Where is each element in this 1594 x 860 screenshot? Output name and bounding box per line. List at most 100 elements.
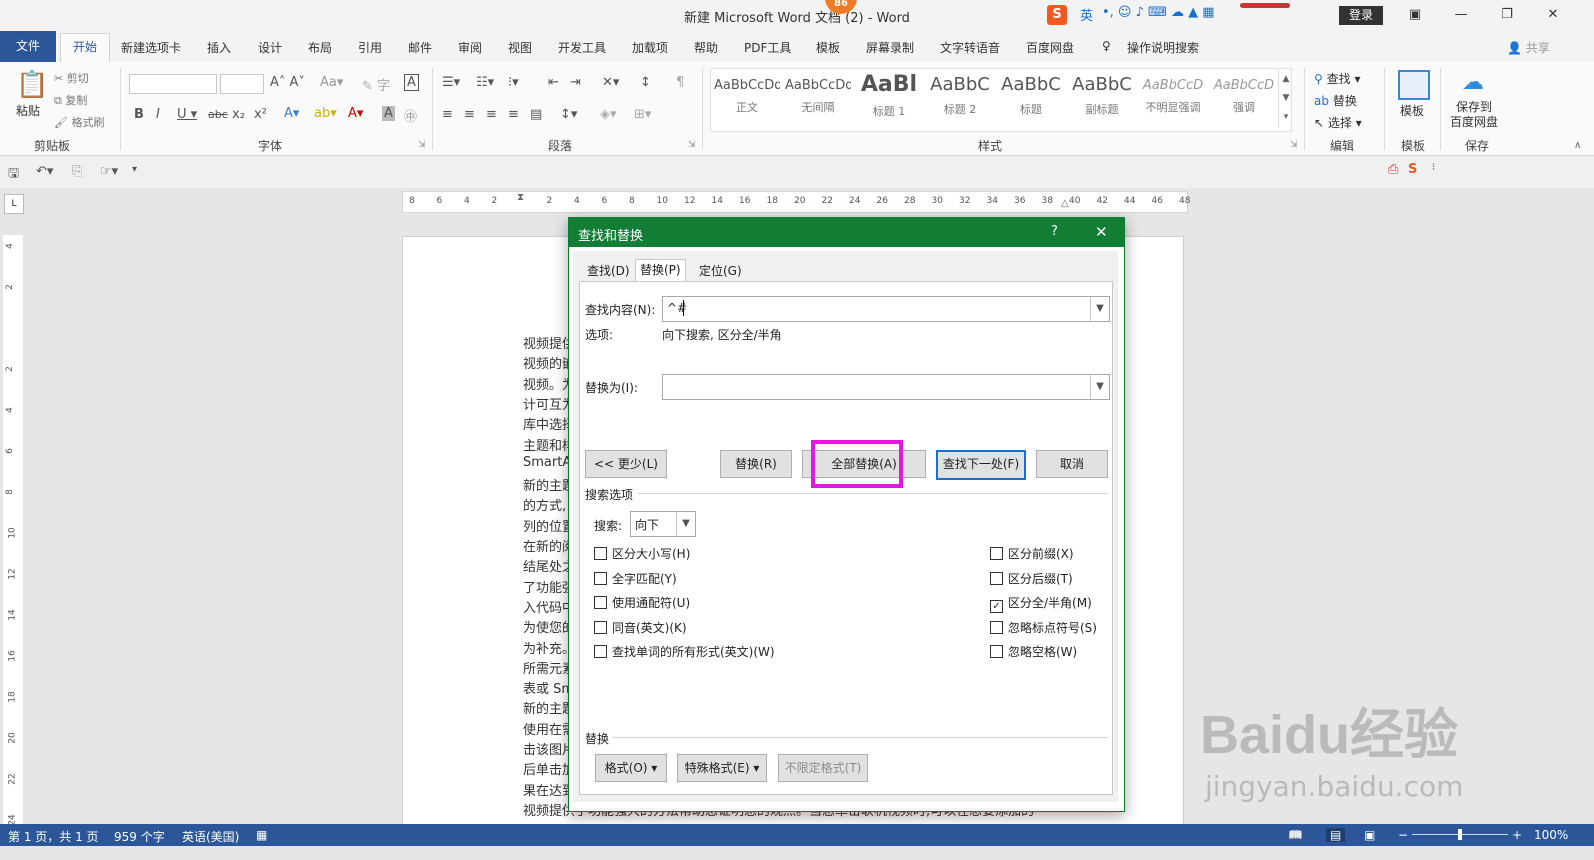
ribbon-display-icon[interactable]: ▣ (1397, 4, 1433, 26)
tab-baidu-netdisk[interactable]: 百度网盘 (1026, 39, 1074, 56)
paste-icon[interactable]: 📋 (16, 70, 48, 100)
save-icon[interactable]: 🖫 (8, 164, 19, 186)
language[interactable]: 英语(美国) (182, 828, 239, 845)
align-right-icon[interactable]: ≡ (486, 107, 497, 122)
indent-marker-icon[interactable]: ⧗ (517, 192, 527, 212)
checkbox-icon[interactable] (990, 571, 1003, 585)
tab-new-tab[interactable]: 新建选项卡 (121, 39, 181, 56)
checkbox-icon[interactable] (990, 645, 1003, 659)
option-checkbox[interactable]: 查找单词的所有形式(英文)(W) (594, 643, 775, 660)
borders-icon[interactable]: ⊞▾ (634, 107, 651, 122)
option-checkbox[interactable]: 忽略标点符号(S) (990, 619, 1097, 636)
pdf-icon[interactable]: ⎙ (1388, 162, 1398, 177)
tab-file[interactable]: 文件 (0, 31, 56, 62)
close-window-button[interactable]: ✕ (1535, 4, 1571, 26)
style-item[interactable]: AaBbC 标题 (998, 72, 1064, 124)
baidu-netdisk-icon[interactable]: ☁ (1462, 70, 1484, 95)
increase-indent-icon[interactable]: ⇥ (570, 75, 581, 90)
option-checkbox[interactable]: 全字匹配(Y) (594, 570, 677, 587)
zoom-out-icon[interactable]: − (1398, 828, 1408, 842)
sogou-ime-icon[interactable]: S (1047, 5, 1067, 25)
macro-icon[interactable]: ▦ (256, 828, 267, 842)
save-to-netdisk-label[interactable]: 保存到 百度网盘 (1450, 100, 1498, 130)
line-spacing-icon[interactable]: ↕▾ (560, 107, 577, 122)
option-checkbox[interactable]: ✓ 区分全/半角(M) (990, 594, 1092, 614)
lightbulb-icon[interactable]: ♀ (1102, 39, 1111, 53)
more-icon[interactable]: ⁝ (1432, 162, 1435, 173)
underline-icon[interactable]: U ▾ (177, 107, 197, 122)
touch-mode-icon[interactable]: ☞▾ (100, 164, 118, 179)
print-layout-icon[interactable]: ▤ (1326, 828, 1346, 842)
less-button[interactable]: << 更少(L) (585, 450, 667, 478)
tell-me-search[interactable]: 操作说明搜索 (1127, 39, 1199, 56)
option-checkbox[interactable]: 区分大小写(H) (594, 545, 690, 562)
minimize-button[interactable]: — (1443, 4, 1479, 26)
select-button[interactable]: ↖ 选择 ▾ (1314, 114, 1362, 131)
tab-review[interactable]: 审阅 (458, 39, 482, 56)
tab-text-to-speech[interactable]: 文字转语音 (940, 39, 1000, 56)
find-history-dropdown-icon[interactable]: ▼ (1090, 297, 1109, 321)
tab-find[interactable]: 查找(D) (583, 261, 634, 282)
tab-templates[interactable]: 模板 (816, 39, 840, 56)
option-checkbox[interactable]: 忽略空格(W) (990, 643, 1077, 660)
no-formatting-button[interactable]: 不限定格式(T) (778, 754, 868, 782)
clear-format-icon[interactable]: ✎ 字 (362, 75, 390, 94)
align-left-icon[interactable]: ≡ (442, 107, 453, 122)
style-item[interactable]: AaBbCcD 不明显强调 (1140, 72, 1206, 124)
right-indent-marker-icon[interactable]: △ (1061, 198, 1071, 212)
copy-button[interactable]: ⧉ 复制 (54, 92, 87, 108)
grow-font-icon[interactable]: A˄ A˅ (270, 75, 305, 90)
option-checkbox[interactable]: 同音(英文)(K) (594, 619, 687, 636)
checkbox-icon[interactable] (594, 645, 607, 659)
find-what-input[interactable]: ^# ▼ (662, 296, 1110, 322)
font-color-icon[interactable]: A▾ (348, 106, 363, 121)
cancel-button[interactable]: 取消 (1036, 450, 1108, 478)
style-item[interactable]: AaBbC 标题 2 (927, 72, 993, 124)
superscript-icon[interactable]: x² (254, 107, 267, 122)
replace-button[interactable]: 替换(R) (720, 450, 792, 478)
char-shading-icon[interactable]: A (382, 106, 395, 121)
horizontal-ruler[interactable]: 8 6 4 2 2 4 6 8 10 12 14 16 18 20 22 24 26 28 30 32 34 36 38 40… (402, 191, 1190, 213)
tab-view[interactable]: 视图 (508, 39, 532, 56)
tab-goto[interactable]: 定位(G) (695, 261, 746, 282)
zoom-slider-thumb[interactable] (1458, 829, 1462, 840)
sort-icon[interactable]: ↕ (640, 75, 651, 90)
paste-label[interactable]: 粘贴 (16, 102, 40, 119)
undo-icon[interactable]: ↶▾ (36, 164, 53, 179)
customize-qat-icon[interactable]: ▾ (132, 164, 137, 175)
highlight-icon[interactable]: ab▾ (314, 106, 337, 121)
tab-home[interactable]: 开始 (60, 33, 110, 63)
tab-pdf-tools[interactable]: PDF工具 (744, 39, 791, 56)
help-button[interactable]: ? (1051, 224, 1058, 239)
enclose-char-icon[interactable]: ㊥ (404, 106, 417, 125)
zoom-level[interactable]: 100% (1534, 828, 1568, 842)
tab-layout[interactable]: 布局 (308, 39, 332, 56)
italic-icon[interactable]: I (156, 107, 160, 122)
chinese-layout-icon[interactable]: ✕▾ (602, 75, 619, 90)
numbering-icon[interactable]: ☷▾ (476, 75, 494, 90)
subscript-icon[interactable]: x₂ (232, 107, 245, 122)
share-button[interactable]: 👤 共享 (1507, 39, 1550, 56)
tab-help[interactable]: 帮助 (694, 39, 718, 56)
read-mode-icon[interactable]: 📖 (1288, 828, 1303, 842)
replace-history-dropdown-icon[interactable]: ▼ (1090, 375, 1109, 399)
shading-icon[interactable]: ◈▾ (600, 107, 617, 122)
format-button[interactable]: 格式(O) ▾ (595, 754, 667, 782)
replace-with-input[interactable]: ▼ (662, 374, 1110, 400)
web-layout-icon[interactable]: ▣ (1364, 828, 1375, 842)
tab-selector[interactable]: L (4, 194, 24, 214)
strikethrough-icon[interactable]: abc (208, 108, 228, 121)
tab-insert[interactable]: 插入 (207, 39, 231, 56)
ime-toolbar-icons[interactable]: •, ☺ ♪ ⌨ ☁ ▲ ▦ (1102, 5, 1215, 25)
distribute-icon[interactable]: ▤ (530, 107, 542, 122)
style-item[interactable]: AaBbCcDd 正文 (714, 72, 780, 124)
find-next-button[interactable]: 查找下一处(F) (936, 450, 1026, 480)
tab-replace[interactable]: 替换(P) (635, 259, 686, 283)
dialog-title-bar[interactable]: 查找和替换 ? ✕ (569, 218, 1124, 247)
word-count[interactable]: 959 个字 (114, 828, 165, 845)
zoom-in-icon[interactable]: + (1512, 828, 1522, 842)
tab-addins[interactable]: 加载项 (632, 39, 668, 56)
justify-icon[interactable]: ≡ (508, 107, 519, 122)
style-item[interactable]: AaBbC 副标题 (1069, 72, 1135, 124)
special-format-button[interactable]: 特殊格式(E) ▾ (677, 754, 767, 782)
